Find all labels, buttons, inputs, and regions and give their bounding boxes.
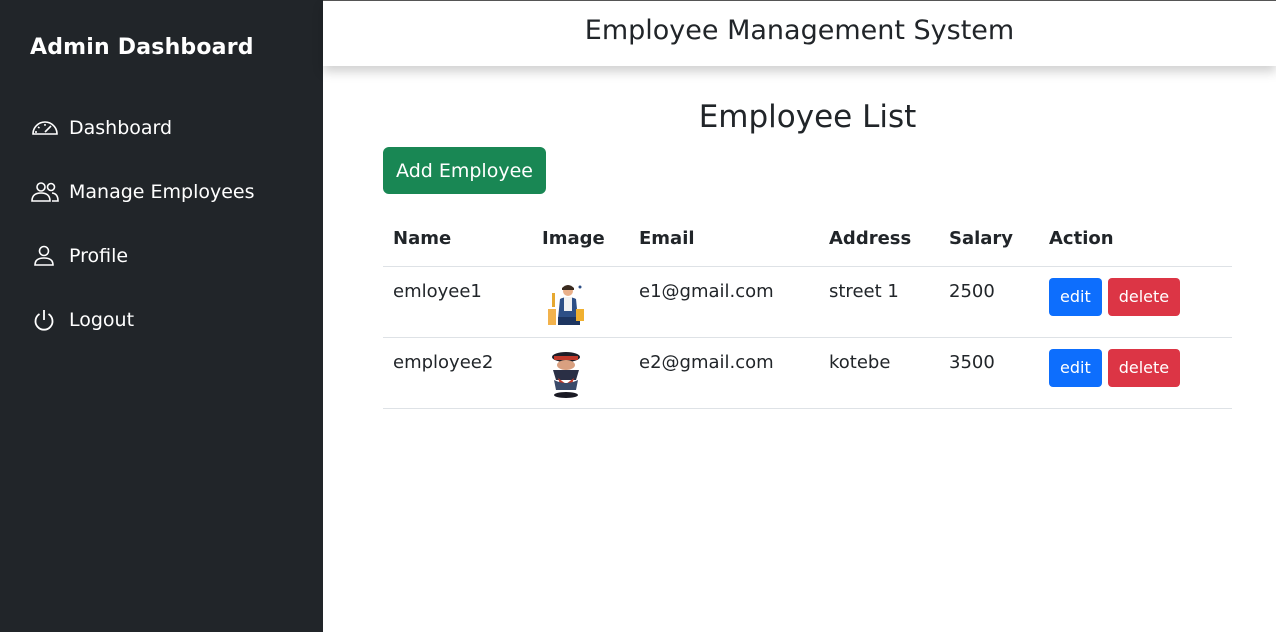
page-header: Employee Management System xyxy=(323,0,1276,66)
sidebar-item-dashboard[interactable]: Dashboard xyxy=(30,96,323,160)
sidebar-item-manage-employees[interactable]: Manage Employees xyxy=(30,160,323,224)
column-header-salary: Salary xyxy=(939,220,1039,267)
app-title: Employee Management System xyxy=(584,15,1015,46)
page-title: Employee List xyxy=(698,99,917,135)
edit-button[interactable]: edit xyxy=(1049,348,1102,387)
add-employee-button[interactable]: Add Employee xyxy=(383,147,546,194)
employee-salary: 3500 xyxy=(939,337,1039,409)
employee-email: e1@gmail.com xyxy=(629,266,819,338)
column-header-action: Action xyxy=(1039,220,1232,267)
sidebar-item-logout[interactable]: Logout xyxy=(30,288,323,352)
power-icon xyxy=(30,308,60,332)
employee-salary: 2500 xyxy=(939,266,1039,338)
table-row: employee2 e2@gmail.com kotebe 3500 edit … xyxy=(383,337,1232,409)
delete-button[interactable]: delete xyxy=(1107,277,1181,316)
employee-photo xyxy=(544,349,588,398)
sidebar-item-label: Logout xyxy=(69,309,135,331)
employee-actions: edit delete xyxy=(1039,337,1232,409)
table-header-row: Name Image Email Address Salary Action xyxy=(383,220,1232,267)
column-header-name: Name xyxy=(383,220,532,267)
employee-address: kotebe xyxy=(819,337,939,409)
sidebar-item-label: Dashboard xyxy=(69,117,173,139)
speedometer-icon xyxy=(30,116,60,140)
column-header-email: Email xyxy=(629,220,819,267)
table-row: emloyee1 e1@gmail.com street 1 2500 edit… xyxy=(383,266,1232,338)
employee-email: e2@gmail.com xyxy=(629,337,819,409)
employee-name: emloyee1 xyxy=(383,266,532,338)
content: Employee List Add Employee Name Image Em… xyxy=(323,98,1276,409)
main-area: Employee Management System Employee List… xyxy=(323,0,1276,632)
app-root: Admin Dashboard Dashboard Manage Employe… xyxy=(0,0,1276,632)
employee-table: Name Image Email Address Salary Action e… xyxy=(383,220,1232,409)
sidebar-item-label: Manage Employees xyxy=(69,181,255,203)
sidebar-item-label: Profile xyxy=(69,245,129,267)
delete-button[interactable]: delete xyxy=(1107,348,1181,387)
employee-address: street 1 xyxy=(819,266,939,338)
employee-image-cell xyxy=(532,266,629,338)
employee-actions: edit delete xyxy=(1039,266,1232,338)
sidebar: Admin Dashboard Dashboard Manage Employe… xyxy=(0,0,323,632)
sidebar-item-profile[interactable]: Profile xyxy=(30,224,323,288)
column-header-address: Address xyxy=(819,220,939,267)
edit-button[interactable]: edit xyxy=(1049,277,1102,316)
column-header-image: Image xyxy=(532,220,629,267)
employee-photo xyxy=(544,278,588,327)
employee-image-cell xyxy=(532,337,629,409)
sidebar-brand: Admin Dashboard xyxy=(30,35,254,60)
employee-name: employee2 xyxy=(383,337,532,409)
person-icon xyxy=(30,244,60,268)
people-icon xyxy=(30,180,60,204)
